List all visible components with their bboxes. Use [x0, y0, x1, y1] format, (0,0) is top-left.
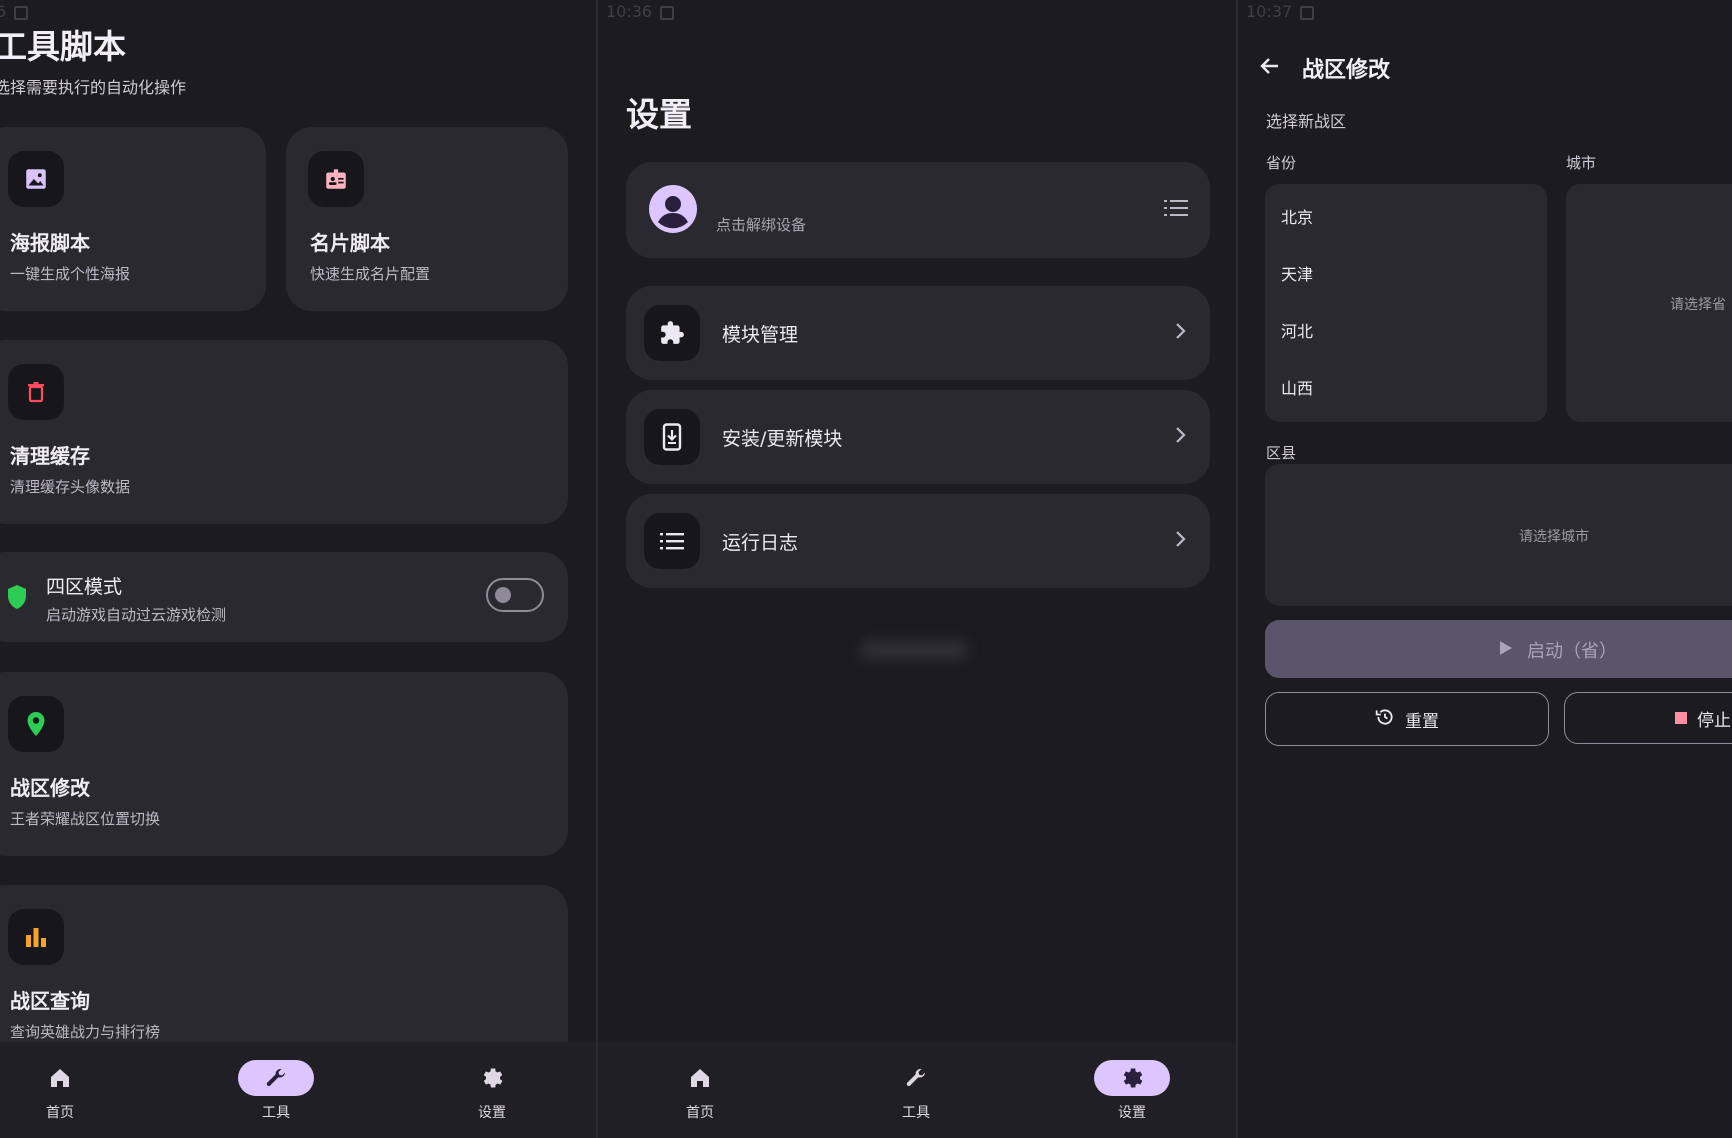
card-title: 清理缓存: [10, 444, 90, 468]
gear-icon: [1094, 1060, 1170, 1096]
city-label: 城市: [1566, 154, 1597, 172]
device-hint: 点击解绑设备: [716, 216, 807, 234]
card-subtitle: 清理缓存头像数据: [10, 478, 131, 496]
page-subtitle: 选择需要执行的自动化操作: [0, 78, 187, 97]
reset-button[interactable]: 重置: [1265, 692, 1549, 746]
nav-label: 首页: [686, 1105, 714, 1121]
stop-icon: [1675, 712, 1687, 724]
page-title: 设置: [626, 95, 692, 134]
page-title: 工具脚本: [0, 27, 126, 66]
wrench-icon: [878, 1060, 954, 1096]
province-item[interactable]: 山西: [1281, 375, 1313, 399]
nav-tools[interactable]: 工具: [216, 1060, 336, 1122]
city-hint: 请选择省: [1670, 297, 1726, 313]
status-bar: 6: [0, 2, 29, 21]
nav-label: 首页: [46, 1105, 74, 1121]
status-bar: 10:37: [1246, 2, 1315, 21]
row-label: 运行日志: [722, 532, 799, 554]
bar-chart-icon: [8, 909, 64, 965]
home-icon: [22, 1060, 98, 1096]
device-card[interactable]: 点击解绑设备: [626, 162, 1210, 258]
toggle-thumb: [495, 587, 511, 603]
nav-tools[interactable]: 工具: [856, 1060, 976, 1122]
gear-icon: [454, 1060, 530, 1096]
zone-modify-card[interactable]: 战区修改 王者荣耀战区位置切换: [0, 672, 568, 856]
nav-label: 工具: [262, 1105, 290, 1121]
toggle-title: 四区模式: [46, 576, 123, 598]
city-list: 请选择省: [1566, 184, 1732, 422]
menu-list-icon[interactable]: [1164, 198, 1188, 222]
play-icon: [1499, 640, 1513, 660]
chevron-right-icon: [1174, 322, 1186, 344]
list-icon: [644, 513, 700, 569]
puzzle-icon: [644, 305, 700, 361]
district-list: 请选择城市: [1265, 464, 1732, 606]
poster-script-card[interactable]: 海报脚本 一键生成个性海报: [0, 127, 266, 311]
clear-cache-card[interactable]: 清理缓存 清理缓存头像数据: [0, 340, 568, 524]
shield-icon: [6, 584, 28, 614]
row-label: 安装/更新模块: [722, 428, 843, 450]
tools-screen: 6 工具脚本 选择需要执行的自动化操作 海报脚本 一键生成个性海报 名片脚本 快…: [0, 0, 596, 1138]
province-item[interactable]: 天津: [1281, 261, 1313, 285]
toggle-subtitle: 启动游戏自动过云游戏检测: [46, 606, 227, 624]
start-label: 启动（省）: [1527, 641, 1617, 662]
settings-screen: 10:36 设置 点击解绑设备 模块管理 安装/更新模块 运行日志 首页 工具 …: [598, 0, 1236, 1138]
nav-home[interactable]: 首页: [0, 1060, 120, 1122]
trash-icon: [8, 364, 64, 420]
module-management-row[interactable]: 模块管理: [626, 286, 1210, 380]
province-item[interactable]: 河北: [1281, 318, 1313, 342]
card-script-card[interactable]: 名片脚本 快速生成名片配置: [286, 127, 568, 311]
district-label: 区县: [1266, 444, 1297, 462]
phone-download-icon: [644, 409, 700, 465]
nav-label: 工具: [902, 1105, 930, 1121]
home-icon: [662, 1060, 738, 1096]
chevron-right-icon: [1174, 530, 1186, 552]
bottom-navigation: 首页 工具 设置: [0, 1042, 596, 1138]
account-icon: [648, 184, 698, 238]
row-label: 模块管理: [722, 324, 799, 346]
nav-settings[interactable]: 设置: [432, 1060, 552, 1122]
card-title: 战区修改: [10, 776, 90, 800]
nav-home[interactable]: 首页: [640, 1060, 760, 1122]
install-update-row[interactable]: 安装/更新模块: [626, 390, 1210, 484]
id-card-icon: [308, 151, 364, 207]
blurred-version-text: [860, 640, 968, 660]
reset-label: 重置: [1405, 711, 1439, 732]
nav-settings[interactable]: 设置: [1072, 1060, 1192, 1122]
nav-label: 设置: [1118, 1105, 1146, 1121]
stop-label: 停止: [1697, 710, 1731, 731]
image-icon: [8, 151, 64, 207]
district-hint: 请选择城市: [1519, 529, 1589, 545]
run-log-row[interactable]: 运行日志: [626, 494, 1210, 588]
province-item[interactable]: 北京: [1281, 204, 1313, 228]
bottom-navigation: 首页 工具 设置: [598, 1042, 1236, 1138]
card-subtitle: 王者荣耀战区位置切换: [10, 810, 161, 828]
four-zone-mode-card: 四区模式 启动游戏自动过云游戏检测: [0, 552, 568, 642]
chevron-right-icon: [1174, 426, 1186, 448]
page-title: 战区修改: [1302, 58, 1391, 83]
zone-modify-screen: 10:37 战区修改 选择新战区 省份 城市 北京 天津 河北 山西 请选择省 …: [1238, 0, 1732, 1138]
back-arrow-icon[interactable]: [1258, 54, 1282, 82]
card-subtitle: 快速生成名片配置: [310, 265, 431, 283]
province-list: 北京 天津 河北 山西: [1265, 184, 1547, 422]
stop-button[interactable]: 停止: [1564, 692, 1732, 744]
card-title: 名片脚本: [310, 231, 390, 255]
card-subtitle: 查询英雄战力与排行榜: [10, 1023, 161, 1041]
card-title: 海报脚本: [10, 231, 90, 255]
status-bar: 10:36: [606, 2, 675, 21]
wrench-icon: [238, 1060, 314, 1096]
four-zone-toggle[interactable]: [486, 578, 544, 612]
select-zone-label: 选择新战区: [1266, 112, 1347, 131]
history-icon: [1375, 707, 1395, 732]
card-title: 战区查询: [10, 989, 90, 1013]
nav-label: 设置: [478, 1105, 506, 1121]
province-label: 省份: [1266, 154, 1297, 172]
location-pin-icon: [8, 696, 64, 752]
start-button[interactable]: 启动（省）: [1265, 620, 1732, 678]
card-subtitle: 一键生成个性海报: [10, 265, 131, 283]
